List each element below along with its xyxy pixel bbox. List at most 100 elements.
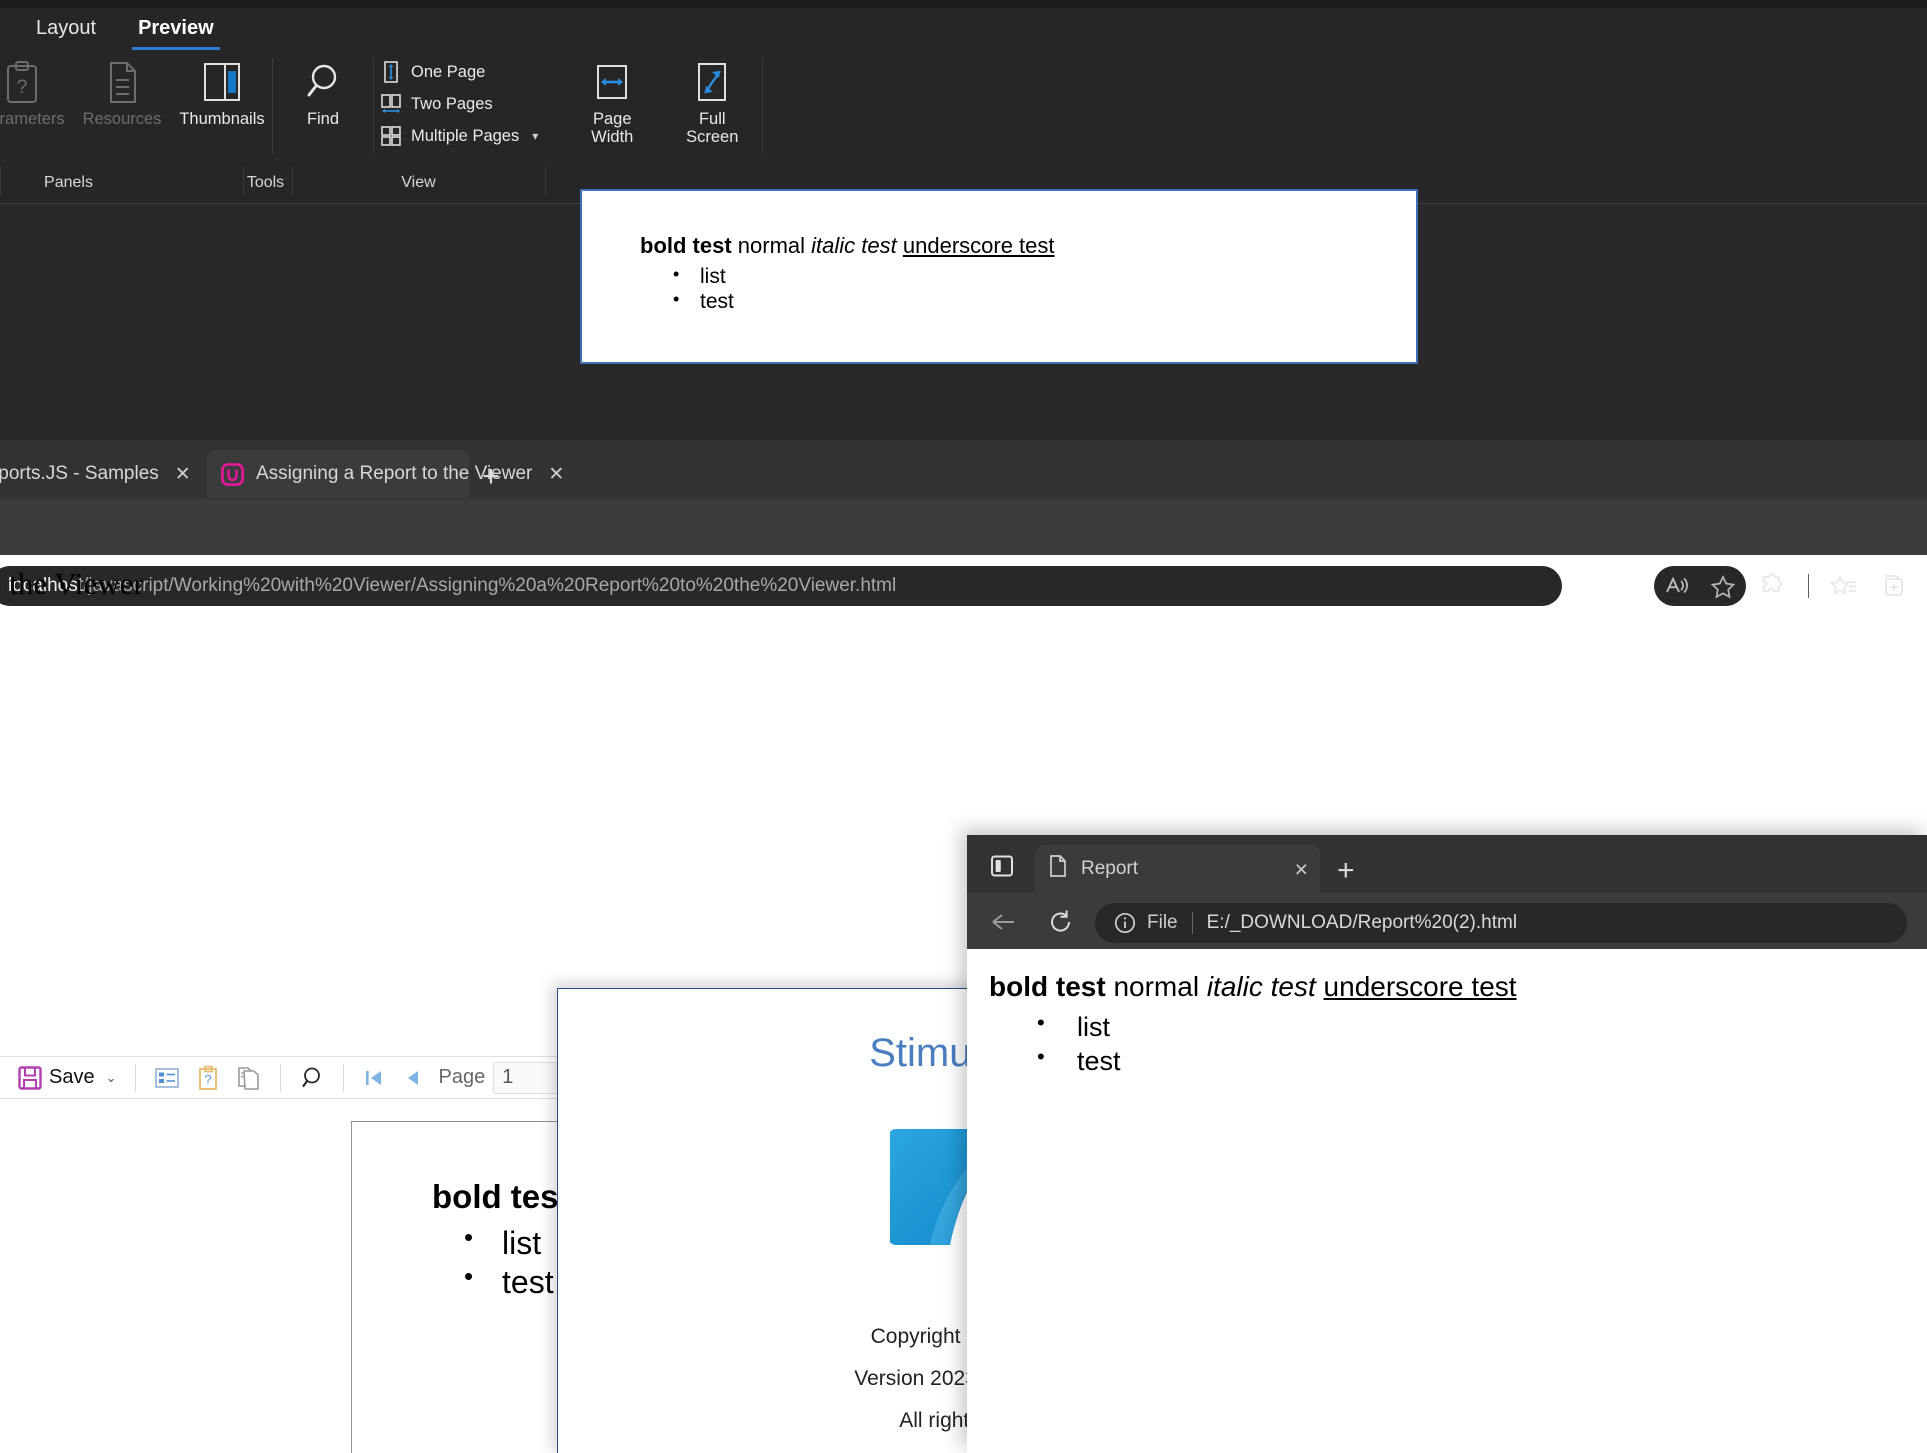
ribbon-tab-preview[interactable]: Preview <box>124 13 228 50</box>
toolbar-separator-3 <box>342 1063 344 1092</box>
report-text-line: bold test normal italic test underscore … <box>640 233 1416 259</box>
report-normal-text: normal <box>731 233 812 258</box>
page-width-icon <box>592 60 632 106</box>
chevron-down-icon[interactable]: ▾ <box>532 129 538 143</box>
list-item: test <box>989 1043 1927 1079</box>
stimulsoft-magenta-icon <box>221 461 244 487</box>
page-width-label: Page Width <box>591 110 634 147</box>
find-button[interactable] <box>292 1059 332 1097</box>
resources-document-icon <box>103 60 141 106</box>
ribbon-group-separator-3 <box>762 58 764 154</box>
ribbon-tab-bar: Layout Preview <box>0 8 1927 52</box>
bookmarks-panel-icon <box>154 1067 179 1088</box>
reload-icon[interactable] <box>1042 905 1080 939</box>
browser-tab-assigning-report[interactable]: Assigning a Report to the Viewer ✕ <box>207 450 564 498</box>
report-space <box>1316 971 1324 1002</box>
multiple-pages-label: Multiple Pages <box>411 126 520 145</box>
page-mode-buttons: One Page Two Pages Multiple Pages ▾ <box>374 52 548 152</box>
chevron-down-icon[interactable]: ⌄ <box>106 1070 117 1086</box>
address-scheme-label: File <box>1147 912 1178 933</box>
ribbon-group-view: One Page Two Pages Multiple Pages ▾ Page… <box>374 52 762 170</box>
two-pages-icon <box>380 93 402 115</box>
bookmarks-panel-button[interactable] <box>147 1059 187 1097</box>
sidebar-toggle-icon[interactable] <box>981 849 1023 883</box>
thumbnails-button-label: Thumbnails <box>179 110 265 128</box>
svg-text:?: ? <box>17 77 28 98</box>
previous-page-icon <box>407 1070 418 1085</box>
parameters-panel-button[interactable]: ? <box>189 1059 227 1097</box>
find-icon <box>301 1067 320 1087</box>
designer-preview-canvas: bold test normal italic test underscore … <box>0 189 1927 440</box>
list-item: list <box>640 264 1416 290</box>
designer-report-page: bold test normal italic test underscore … <box>580 189 1418 364</box>
report-underline-text: underscore test <box>1323 971 1517 1002</box>
page-width-button[interactable]: Page Width <box>562 52 662 147</box>
report-italic-text: italic test <box>1206 971 1316 1002</box>
page-label: Page <box>438 1066 486 1088</box>
report-normal-text: normal <box>1105 971 1207 1002</box>
browser-tab-title: Reports.JS - Samples <box>0 463 159 484</box>
first-page-icon <box>365 1070 381 1085</box>
multiple-pages-button[interactable]: Multiple Pages ▾ <box>374 120 548 152</box>
report-bullet-list: list test <box>640 264 1416 315</box>
report-bold-text: bold test <box>640 233 732 258</box>
full-screen-label: Full Screen <box>686 110 739 147</box>
new-tab-button[interactable]: + <box>475 462 507 494</box>
report-bold-text: bold test <box>989 971 1106 1002</box>
address-divider <box>1191 912 1193 934</box>
mini-new-tab-button[interactable]: + <box>1337 856 1355 886</box>
find-button-label: Find <box>306 110 340 128</box>
toolbar-separator <box>134 1063 136 1092</box>
ribbon-group-panels: ? Parameters R <box>0 52 272 170</box>
parameters-panel-icon: ? <box>198 1065 217 1090</box>
report-text-line: bold test normal italic test underscore … <box>989 971 1927 1003</box>
parameters-clipboard-icon: ? <box>3 60 41 106</box>
mini-address-bar[interactable]: File E:/_DOWNLOAD/Report%20(2).html <box>1095 903 1907 943</box>
two-pages-label: Two Pages <box>411 94 493 113</box>
first-page-button[interactable] <box>355 1059 393 1097</box>
list-item: test <box>640 289 1416 315</box>
one-page-icon <box>380 61 402 83</box>
browser-nav-bar: localhost/javascript/Working%20with%20Vi… <box>0 499 1927 606</box>
resources-button[interactable]: Resources <box>72 52 172 128</box>
previous-page-button[interactable] <box>395 1059 431 1097</box>
page-title: o the Viewer <box>0 562 1927 606</box>
report-underline-text: underscore test <box>902 233 1055 258</box>
report-italic-text: italic test <box>811 233 897 258</box>
full-screen-button[interactable]: Full Screen <box>662 52 762 147</box>
report-bold-text: bold test <box>432 1178 570 1215</box>
ribbon-group-tools: Find <box>273 52 373 170</box>
one-page-label: One Page <box>411 62 486 81</box>
one-page-button[interactable]: One Page <box>374 56 548 88</box>
two-pages-button[interactable]: Two Pages <box>374 88 548 120</box>
resources-panel-button[interactable] <box>229 1059 269 1097</box>
browser-tab-strip: Reports.JS - Samples ✕ Assigning a Repor… <box>0 440 1927 499</box>
address-path: E:/_DOWNLOAD/Report%20(2).html <box>1206 912 1518 933</box>
resources-panel-icon <box>237 1066 259 1090</box>
designer-title-strip <box>0 0 1927 8</box>
close-icon[interactable]: ✕ <box>175 461 191 487</box>
close-icon[interactable]: ✕ <box>548 461 564 487</box>
info-circle-icon[interactable] <box>1113 911 1137 935</box>
stimulsoft-designer-window: Layout Preview ? Parameters <box>0 0 1927 440</box>
browser-tab-reports-js[interactable]: Reports.JS - Samples ✕ <box>0 450 200 498</box>
parameters-button-label: Parameters <box>0 110 65 128</box>
parameters-button[interactable]: ? Parameters <box>0 52 72 128</box>
save-label: Save <box>49 1066 95 1088</box>
find-button[interactable]: Find <box>273 52 373 128</box>
save-button[interactable]: Save ⌄ <box>10 1059 124 1097</box>
group-label-view: View <box>401 174 436 191</box>
mini-browser-tab-strip: Report × + <box>967 835 1927 893</box>
close-icon[interactable]: × <box>1295 856 1308 883</box>
group-divider-3 <box>545 166 546 196</box>
ribbon-tab-layout[interactable]: Layout <box>22 13 110 48</box>
back-arrow-icon[interactable] <box>985 907 1023 937</box>
mini-browser-tab[interactable]: Report × <box>1035 845 1320 893</box>
resources-button-label: Resources <box>82 110 162 128</box>
thumbnails-button[interactable]: Thumbnails <box>172 52 272 128</box>
toolbar-separator-2 <box>279 1063 281 1092</box>
mini-report-content: bold test normal italic test underscore … <box>967 949 1927 1453</box>
ribbon-body: ? Parameters R <box>0 52 1927 170</box>
save-floppy-icon <box>18 1065 42 1090</box>
list-item: list <box>989 1009 1927 1045</box>
